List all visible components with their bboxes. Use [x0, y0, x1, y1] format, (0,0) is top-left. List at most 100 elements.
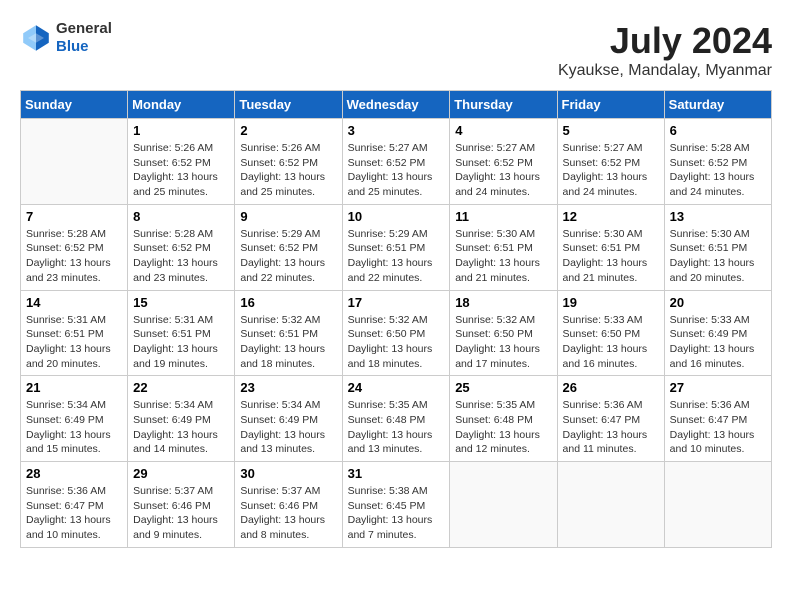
day-of-week-header: Monday	[128, 91, 235, 119]
calendar-cell: 16 Sunrise: 5:32 AM Sunset: 6:51 PM Dayli…	[235, 290, 342, 376]
day-number: 29	[133, 466, 229, 481]
calendar-table: SundayMondayTuesdayWednesdayThursdayFrid…	[20, 90, 772, 548]
calendar-cell: 22Sunrise: 5:34 AM Sunset: 6:49 PM Dayli…	[128, 376, 235, 462]
day-number: 20	[670, 295, 766, 310]
day-info: Sunrise: 5:37 AM Sunset: 6:46 PM Dayligh…	[240, 484, 336, 543]
day-number: 19	[563, 295, 659, 310]
day-number: 24	[348, 380, 445, 395]
day-number: 23	[240, 380, 336, 395]
day-number: 16	[240, 295, 336, 310]
day-number: 15	[133, 295, 229, 310]
calendar-cell	[21, 119, 128, 205]
calendar-cell: 21 Sunrise: 5:34 AM Sunset: 6:49 PM Dayli…	[21, 376, 128, 462]
day-info: Sunrise: 5:30 AM Sunset: 6:51 PM Dayligh…	[455, 227, 551, 286]
calendar-cell: 28 Sunrise: 5:36 AM Sunset: 6:47 PM Dayli…	[21, 462, 128, 548]
calendar-cell: 13 Sunrise: 5:30 AM Sunset: 6:51 PM Dayli…	[664, 204, 771, 290]
page-header: General Blue July 2024 Kyaukse, Mandalay…	[20, 20, 772, 80]
day-info: Sunrise: 5:38 AM Sunset: 6:45 PM Dayligh…	[348, 484, 445, 543]
calendar-cell: 24 Sunrise: 5:35 AM Sunset: 6:48 PM Dayli…	[342, 376, 450, 462]
day-info: Sunrise: 5:34 AM Sunset: 6:49 PM Dayligh…	[26, 398, 122, 457]
calendar-cell: 25 Sunrise: 5:35 AM Sunset: 6:48 PM Dayli…	[450, 376, 557, 462]
calendar-week-row: 21 Sunrise: 5:34 AM Sunset: 6:49 PM Dayli…	[21, 376, 772, 462]
calendar-week-row: 14 Sunrise: 5:31 AM Sunset: 6:51 PM Dayli…	[21, 290, 772, 376]
calendar-cell: 4 Sunrise: 5:27 AM Sunset: 6:52 PM Daylig…	[450, 119, 557, 205]
calendar-title: July 2024	[558, 20, 772, 62]
day-of-week-header: Sunday	[21, 91, 128, 119]
day-info: Sunrise: 5:31 AM Sunset: 6:51 PM Dayligh…	[26, 313, 122, 372]
title-block: July 2024 Kyaukse, Mandalay, Myanmar	[558, 20, 772, 80]
calendar-cell: 3Sunrise: 5:27 AM Sunset: 6:52 PM Daylig…	[342, 119, 450, 205]
calendar-cell: 29Sunrise: 5:37 AM Sunset: 6:46 PM Dayli…	[128, 462, 235, 548]
calendar-cell: 23 Sunrise: 5:34 AM Sunset: 6:49 PM Dayli…	[235, 376, 342, 462]
day-info: Sunrise: 5:33 AM Sunset: 6:49 PM Dayligh…	[670, 313, 766, 372]
calendar-cell: 19 Sunrise: 5:33 AM Sunset: 6:50 PM Dayli…	[557, 290, 664, 376]
day-number: 14	[26, 295, 122, 310]
day-info: Sunrise: 5:34 AM Sunset: 6:49 PM Dayligh…	[133, 398, 229, 457]
day-info: Sunrise: 5:36 AM Sunset: 6:47 PM Dayligh…	[26, 484, 122, 543]
day-number: 21	[26, 380, 122, 395]
logo-icon	[20, 22, 52, 54]
day-info: Sunrise: 5:35 AM Sunset: 6:48 PM Dayligh…	[348, 398, 445, 457]
day-info: Sunrise: 5:26 AM Sunset: 6:52 PM Dayligh…	[133, 141, 229, 200]
day-number: 31	[348, 466, 445, 481]
day-of-week-header: Saturday	[664, 91, 771, 119]
logo-text: General Blue	[56, 20, 112, 56]
day-of-week-header: Tuesday	[235, 91, 342, 119]
calendar-cell	[450, 462, 557, 548]
day-number: 28	[26, 466, 122, 481]
calendar-cell: 8Sunrise: 5:28 AM Sunset: 6:52 PM Daylig…	[128, 204, 235, 290]
day-info: Sunrise: 5:36 AM Sunset: 6:47 PM Dayligh…	[563, 398, 659, 457]
calendar-cell: 30 Sunrise: 5:37 AM Sunset: 6:46 PM Dayli…	[235, 462, 342, 548]
calendar-cell: 6Sunrise: 5:28 AM Sunset: 6:52 PM Daylig…	[664, 119, 771, 205]
day-info: Sunrise: 5:27 AM Sunset: 6:52 PM Dayligh…	[563, 141, 659, 200]
calendar-cell	[664, 462, 771, 548]
calendar-cell: 11 Sunrise: 5:30 AM Sunset: 6:51 PM Dayli…	[450, 204, 557, 290]
calendar-header-row: SundayMondayTuesdayWednesdayThursdayFrid…	[21, 91, 772, 119]
calendar-cell: 1 Sunrise: 5:26 AM Sunset: 6:52 PM Daylig…	[128, 119, 235, 205]
day-info: Sunrise: 5:34 AM Sunset: 6:49 PM Dayligh…	[240, 398, 336, 457]
day-number: 25	[455, 380, 551, 395]
calendar-week-row: 7 Sunrise: 5:28 AM Sunset: 6:52 PM Daylig…	[21, 204, 772, 290]
calendar-cell: 7Sunrise: 5:28 AM Sunset: 6:52 PM Daylig…	[21, 204, 128, 290]
calendar-week-row: 28 Sunrise: 5:36 AM Sunset: 6:47 PM Dayli…	[21, 462, 772, 548]
day-number: 7	[26, 209, 122, 224]
day-info: Sunrise: 5:32 AM Sunset: 6:50 PM Dayligh…	[348, 313, 445, 372]
day-number: 1	[133, 123, 229, 138]
day-of-week-header: Friday	[557, 91, 664, 119]
calendar-cell: 5Sunrise: 5:27 AM Sunset: 6:52 PM Daylig…	[557, 119, 664, 205]
calendar-cell: 9Sunrise: 5:29 AM Sunset: 6:52 PM Daylig…	[235, 204, 342, 290]
day-number: 30	[240, 466, 336, 481]
day-info: Sunrise: 5:31 AM Sunset: 6:51 PM Dayligh…	[133, 313, 229, 372]
day-number: 2	[240, 123, 336, 138]
day-info: Sunrise: 5:29 AM Sunset: 6:51 PM Dayligh…	[348, 227, 445, 286]
calendar-cell: 31 Sunrise: 5:38 AM Sunset: 6:45 PM Dayli…	[342, 462, 450, 548]
calendar-cell: 17 Sunrise: 5:32 AM Sunset: 6:50 PM Dayli…	[342, 290, 450, 376]
day-number: 18	[455, 295, 551, 310]
day-number: 27	[670, 380, 766, 395]
calendar-cell	[557, 462, 664, 548]
day-number: 3	[348, 123, 445, 138]
day-info: Sunrise: 5:30 AM Sunset: 6:51 PM Dayligh…	[563, 227, 659, 286]
day-number: 11	[455, 209, 551, 224]
calendar-week-row: 1 Sunrise: 5:26 AM Sunset: 6:52 PM Daylig…	[21, 119, 772, 205]
day-number: 17	[348, 295, 445, 310]
day-info: Sunrise: 5:36 AM Sunset: 6:47 PM Dayligh…	[670, 398, 766, 457]
day-info: Sunrise: 5:28 AM Sunset: 6:52 PM Dayligh…	[133, 227, 229, 286]
day-of-week-header: Wednesday	[342, 91, 450, 119]
calendar-cell: 12 Sunrise: 5:30 AM Sunset: 6:51 PM Dayli…	[557, 204, 664, 290]
day-info: Sunrise: 5:26 AM Sunset: 6:52 PM Dayligh…	[240, 141, 336, 200]
day-info: Sunrise: 5:27 AM Sunset: 6:52 PM Dayligh…	[455, 141, 551, 200]
calendar-cell: 20 Sunrise: 5:33 AM Sunset: 6:49 PM Dayli…	[664, 290, 771, 376]
logo: General Blue	[20, 20, 112, 56]
day-info: Sunrise: 5:32 AM Sunset: 6:50 PM Dayligh…	[455, 313, 551, 372]
day-info: Sunrise: 5:30 AM Sunset: 6:51 PM Dayligh…	[670, 227, 766, 286]
day-info: Sunrise: 5:32 AM Sunset: 6:51 PM Dayligh…	[240, 313, 336, 372]
day-number: 4	[455, 123, 551, 138]
day-number: 13	[670, 209, 766, 224]
day-info: Sunrise: 5:35 AM Sunset: 6:48 PM Dayligh…	[455, 398, 551, 457]
calendar-cell: 18 Sunrise: 5:32 AM Sunset: 6:50 PM Dayli…	[450, 290, 557, 376]
day-number: 9	[240, 209, 336, 224]
day-number: 12	[563, 209, 659, 224]
day-info: Sunrise: 5:33 AM Sunset: 6:50 PM Dayligh…	[563, 313, 659, 372]
day-of-week-header: Thursday	[450, 91, 557, 119]
